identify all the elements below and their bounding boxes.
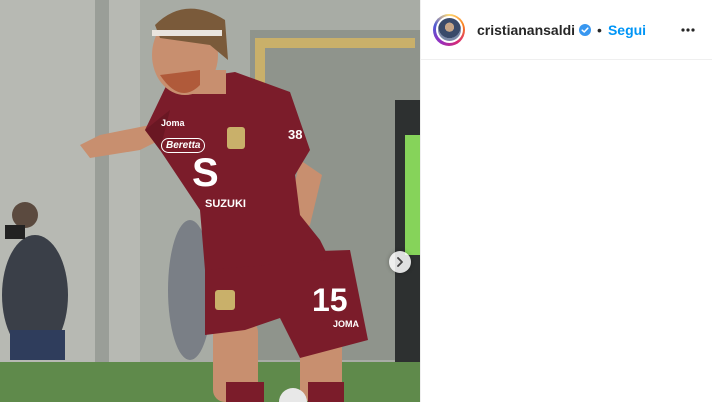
shorts-number: 15 [312, 282, 348, 318]
chevron-right-icon [397, 257, 403, 267]
avatar-story-ring[interactable] [433, 13, 465, 46]
username-link[interactable]: cristianansaldi [477, 22, 575, 38]
more-options-icon [681, 27, 695, 32]
post-side-panel: cristianansaldi • Segui [420, 0, 712, 402]
jersey-sponsor-chest: SUZUKI [205, 198, 246, 210]
jersey-sleeve-number: 38 [288, 127, 303, 142]
verified-badge-icon [579, 23, 592, 36]
instagram-post: Joma Beretta S SUZUKI 38 15 JOMA cristia… [0, 0, 712, 402]
more-options-button[interactable] [676, 18, 700, 42]
separator-dot: • [597, 21, 602, 38]
next-photo-button[interactable] [389, 251, 411, 273]
jersey-s-logo: S [192, 151, 219, 195]
post-photo[interactable]: Joma Beretta S SUZUKI 38 15 JOMA [0, 0, 420, 402]
post-header: cristianansaldi • Segui [421, 0, 712, 60]
shorts-brand: JOMA [333, 319, 360, 329]
avatar[interactable] [435, 16, 463, 43]
jersey-sponsor-top: Joma [161, 118, 185, 128]
follow-button[interactable]: Segui [608, 22, 646, 38]
